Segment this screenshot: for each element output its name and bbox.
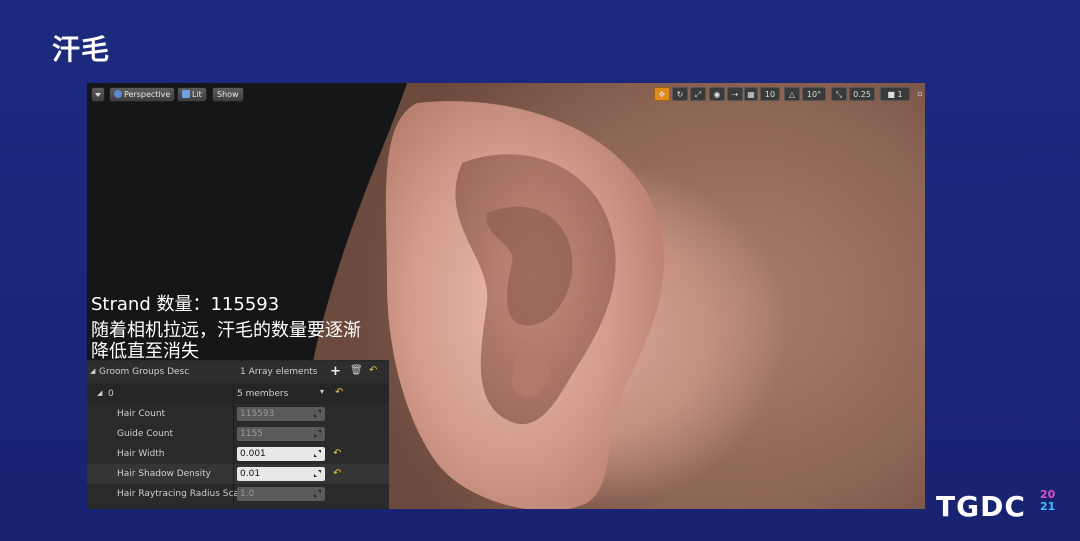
perspective-button[interactable]: Perspective (109, 87, 176, 102)
slide-title: 汗毛 (52, 33, 111, 66)
expand-arrows-icon (314, 450, 321, 457)
camera-icon: ■ (887, 90, 895, 99)
reset-icon[interactable]: ↶ (369, 365, 377, 376)
reset-icon[interactable]: ↶ (333, 468, 341, 479)
grid-size-value[interactable]: 10 (760, 87, 780, 101)
property-row-hair-shadow-density: Hair Shadow Density 0.01 ↶ (87, 464, 389, 484)
expand-arrows-icon (314, 410, 321, 417)
scale-size-value[interactable]: 0.25 (849, 87, 875, 101)
hair-count-field[interactable]: 115593 (237, 407, 325, 421)
grid-snap-button[interactable]: ▦ (744, 87, 758, 101)
property-row-guide-count: Guide Count 1155 (87, 424, 389, 444)
property-label: Guide Count (117, 429, 174, 439)
grid-icon: ▦ (747, 90, 755, 99)
angle-icon: △ (788, 90, 796, 99)
caption-line-1: 随着相机拉远，汗毛的数量要逐渐 (91, 320, 361, 341)
expand-arrows-icon (314, 470, 321, 477)
chevron-down-icon (95, 93, 101, 97)
field-value: 1.0 (240, 489, 255, 499)
translate-icon: ✥ (658, 90, 666, 99)
groom-groups-header[interactable]: ◢ Groom Groups Desc 1 Array elements + 🗑… (87, 362, 389, 382)
scale-snap-button[interactable]: ⤡ (831, 87, 847, 101)
guide-count-field[interactable]: 1155 (237, 427, 325, 441)
expand-triangle-icon[interactable]: ◢ (90, 367, 95, 375)
field-value: 115593 (240, 409, 275, 419)
scale-snap-icon: ⤡ (835, 90, 843, 99)
chevron-down-icon[interactable]: ▾ (320, 387, 324, 396)
property-label: Hair Shadow Density (117, 469, 211, 479)
expand-arrows-icon (314, 490, 321, 497)
property-label: Hair Raytracing Radius Sca (117, 489, 239, 499)
angle-size-label: 10° (806, 90, 822, 99)
scale-mode-button[interactable]: ⤢ (690, 87, 706, 101)
property-row-hair-count: Hair Count 115593 (87, 404, 389, 424)
maximize-icon: ▫ (917, 89, 923, 98)
expand-triangle-icon[interactable]: ◢ (97, 389, 102, 397)
property-label: Hair Width (117, 449, 165, 459)
surface-snap-button[interactable]: ⇢ (727, 87, 743, 101)
surface-snap-icon: ⇢ (731, 90, 739, 99)
perspective-icon (114, 90, 122, 98)
field-value: 0.001 (240, 449, 266, 459)
tgdc-logo: TGDC (936, 490, 1026, 523)
field-value: 0.01 (240, 469, 261, 479)
grid-size-label: 10 (764, 90, 776, 99)
lit-label: Lit (192, 90, 202, 99)
viewport-options-button[interactable] (91, 87, 105, 102)
show-button[interactable]: Show (212, 87, 244, 102)
tgdc-logo-year: 20 21 (1040, 489, 1055, 513)
property-label: Hair Count (117, 409, 166, 419)
show-label: Show (217, 90, 239, 99)
property-row-hair-width: Hair Width 0.001 ↶ (87, 444, 389, 464)
hair-raytracing-radius-field[interactable]: 1.0 (237, 487, 325, 501)
angle-size-value[interactable]: 10° (802, 87, 826, 101)
trash-icon[interactable]: 🗑 (350, 365, 363, 376)
group-members: 5 members (237, 389, 289, 399)
groom-groups-label: Groom Groups Desc (99, 367, 190, 377)
rotate-icon: ↻ (676, 90, 684, 99)
reset-icon[interactable]: ↶ (333, 448, 341, 459)
expand-arrows-icon (314, 430, 321, 437)
camera-speed-button[interactable]: ■ 1 (880, 87, 910, 101)
translate-mode-button[interactable]: ✥ (654, 87, 670, 101)
add-element-icon[interactable]: + (330, 364, 341, 379)
hair-shadow-density-field[interactable]: 0.01 (237, 467, 325, 481)
details-panel: ◢ Groom Groups Desc 1 Array elements + 🗑… (87, 360, 389, 509)
camera-speed-label: 1 (897, 90, 903, 99)
maximize-viewport-button[interactable]: ▫ (915, 87, 925, 101)
strand-count-text: Strand 数量：115593 (91, 294, 280, 315)
angle-snap-button[interactable]: △ (784, 87, 800, 101)
lit-icon (182, 90, 190, 98)
globe-icon: ◉ (713, 90, 721, 99)
property-row-hair-raytracing-radius: Hair Raytracing Radius Sca 1.0 (87, 484, 389, 504)
array-count: 1 Array elements (240, 367, 318, 377)
field-value: 1155 (240, 429, 263, 439)
logo-year-bottom: 21 (1040, 500, 1056, 513)
group-index: 0 (108, 389, 114, 399)
reset-icon[interactable]: ↶ (335, 387, 343, 398)
group-0-row[interactable]: ◢ 0 5 members ▾ ↶ (87, 384, 389, 404)
scale-icon: ⤢ (694, 90, 702, 99)
hair-width-field[interactable]: 0.001 (237, 447, 325, 461)
rotate-mode-button[interactable]: ↻ (672, 87, 688, 101)
coordinate-space-button[interactable]: ◉ (709, 87, 725, 101)
perspective-label: Perspective (124, 90, 171, 99)
scale-size-label: 0.25 (853, 90, 871, 99)
lit-button[interactable]: Lit (177, 87, 207, 102)
